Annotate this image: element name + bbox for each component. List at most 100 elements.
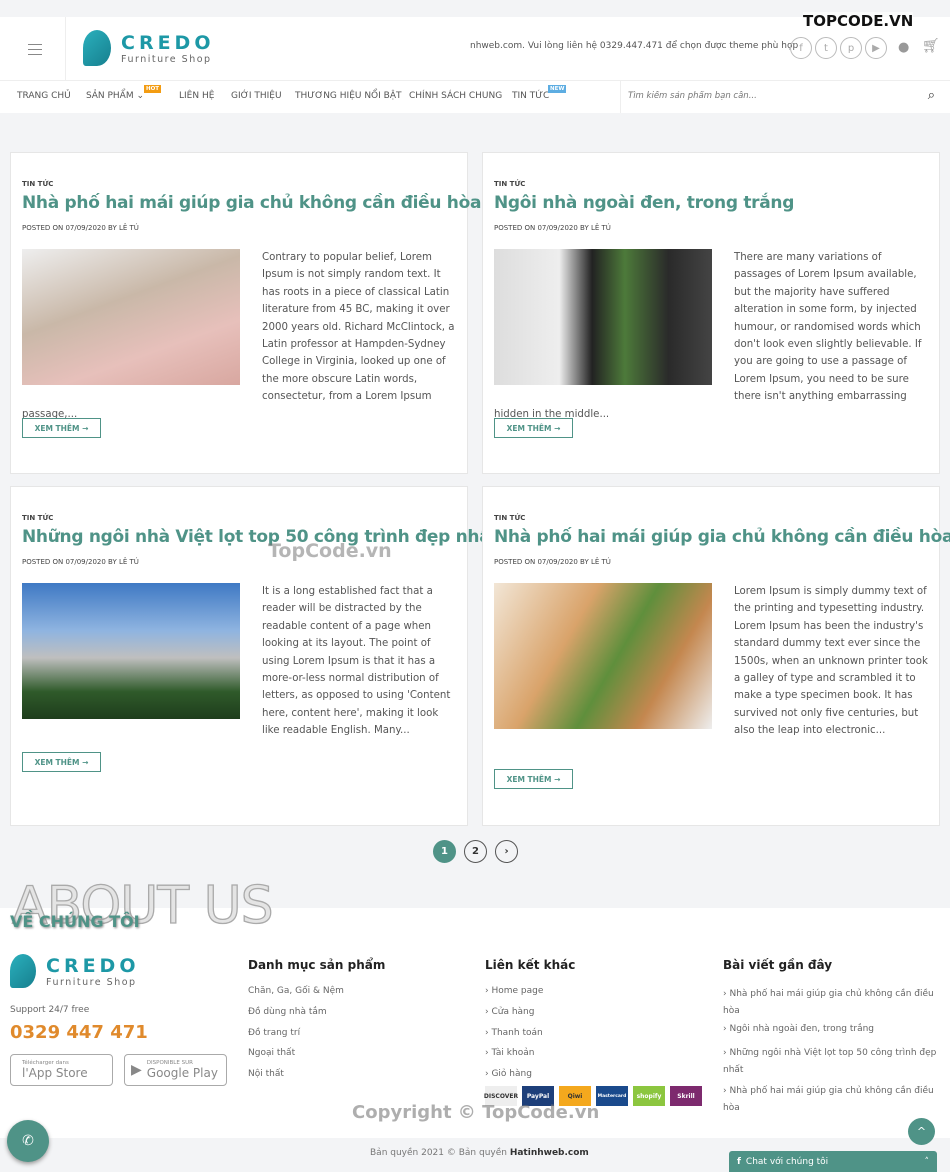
- logo[interactable]: CREDO Furniture Shop: [83, 30, 214, 66]
- nav-tin-tuc[interactable]: TIN TỨC: [512, 91, 549, 101]
- footer-link[interactable]: › Cửa hàng: [485, 1007, 534, 1017]
- cart-icon[interactable]: 🛒︎: [922, 38, 940, 54]
- read-more-button[interactable]: XEM THÊM →: [494, 769, 573, 789]
- logo-title: CREDO: [121, 31, 215, 54]
- footer-col-title: Danh mục sản phẩm: [248, 958, 386, 972]
- app-store-button[interactable]: Télécharger dans l'App Store: [10, 1054, 113, 1086]
- divider: [65, 17, 66, 81]
- recent-post-link[interactable]: › Nhà phố hai mái giúp gia chủ không cần…: [723, 986, 938, 1020]
- footer-logo: CREDO Furniture Shop: [10, 954, 139, 988]
- chat-label: Chat với chúng tôi: [745, 1156, 829, 1167]
- post-title[interactable]: Những ngôi nhà Việt lọt top 50 công trìn…: [22, 527, 499, 547]
- search-icon[interactable]: ⌕: [928, 88, 935, 103]
- post-meta: POSTED ON 07/09/2020 BY LÊ TÚ: [494, 224, 611, 232]
- excerpt-text: It is a long established fact that a rea…: [262, 586, 451, 737]
- facebook-icon: f: [737, 1156, 741, 1167]
- footer-col-title: Liên kết khác: [485, 958, 576, 972]
- excerpt-text: Lorem Ipsum is simply dummy text of the …: [734, 586, 928, 737]
- post-title[interactable]: Nhà phố hai mái giúp gia chủ không cần đ…: [494, 527, 950, 547]
- pinterest-icon[interactable]: p: [840, 37, 862, 59]
- user-icon[interactable]: ●: [898, 40, 909, 55]
- nav-chinh-sach[interactable]: CHÍNH SÁCH CHUNG: [409, 91, 502, 101]
- copyright-watermark: Copyright © TopCode.vn: [352, 1102, 600, 1123]
- store-label: Google Play: [146, 1066, 218, 1080]
- logo-title: CREDO: [46, 954, 140, 977]
- recent-post-link[interactable]: › Nhà phố hai mái giúp gia chủ không cần…: [723, 1083, 938, 1117]
- about-title: VỀ CHÚNG TÔI: [10, 912, 140, 931]
- store-label: l'App Store: [22, 1066, 88, 1080]
- page-2-button[interactable]: 2: [464, 840, 487, 863]
- post-category[interactable]: TIN TỨC: [22, 180, 53, 188]
- search-bar: ⌕: [620, 81, 950, 113]
- logo-mark-icon: [83, 30, 111, 66]
- copyright: Bản quyền 2021 © Bản quyền Hatinhweb.com: [370, 1148, 589, 1158]
- post-image[interactable]: [22, 583, 240, 719]
- read-more-button[interactable]: XEM THÊM →: [494, 418, 573, 438]
- post-title[interactable]: Nhà phố hai mái giúp gia chủ không cần đ…: [22, 193, 481, 213]
- footer-link[interactable]: Đồ trang trí: [248, 1028, 300, 1038]
- footer-link[interactable]: › Tài khoản: [485, 1048, 534, 1058]
- footer-link[interactable]: Chăn, Ga, Gối & Nệm: [248, 986, 344, 996]
- nav-lien-he[interactable]: LIÊN HỆ: [179, 91, 214, 101]
- read-more-button[interactable]: XEM THÊM →: [22, 752, 101, 772]
- chevron-down-icon: ⌄: [136, 91, 145, 101]
- skrill-icon: Skrill: [670, 1086, 702, 1106]
- logo-mark-icon: [10, 954, 36, 988]
- post-category[interactable]: TIN TỨC: [22, 514, 53, 522]
- footer-link[interactable]: Nội thất: [248, 1069, 284, 1079]
- back-to-top-icon[interactable]: ^: [908, 1118, 935, 1145]
- recent-post-link[interactable]: › Những ngôi nhà Việt lọt top 50 công tr…: [723, 1045, 938, 1079]
- post-category[interactable]: TIN TỨC: [494, 514, 525, 522]
- recent-post-link[interactable]: › Ngôi nhà ngoài đen, trong trắng: [723, 1024, 874, 1034]
- copyright-site-link[interactable]: Hatinhweb.com: [510, 1148, 589, 1158]
- post-meta: POSTED ON 07/09/2020 BY LÊ TÚ: [22, 558, 139, 566]
- next-page-icon[interactable]: ›: [495, 840, 518, 863]
- chevron-up-icon: ˄: [924, 1156, 930, 1167]
- hot-badge: HOT: [144, 85, 162, 93]
- nav-thuong-hieu[interactable]: THƯƠNG HIỆU NỔI BẬT: [295, 91, 402, 101]
- twitter-icon[interactable]: t: [815, 37, 837, 59]
- post-title[interactable]: Ngôi nhà ngoài đen, trong trắng: [494, 193, 794, 213]
- post-card: TIN TỨC Nhà phố hai mái giúp gia chủ khô…: [482, 486, 950, 826]
- copyright-text: Bản quyền 2021 © Bản quyền: [370, 1148, 510, 1158]
- support-text: Support 24/7 free: [10, 1005, 90, 1015]
- post-card: TIN TỨC Nhà phố hai mái giúp gia chủ khô…: [10, 152, 481, 474]
- mastercard-icon: Mastercard: [596, 1086, 628, 1106]
- play-icon: ▶: [131, 1062, 142, 1078]
- youtube-icon[interactable]: ▶: [865, 37, 887, 59]
- nav-label: SẢN PHẨM: [86, 91, 134, 101]
- search-input[interactable]: [628, 91, 908, 101]
- post-meta: POSTED ON 07/09/2020 BY LÊ TÚ: [494, 558, 611, 566]
- google-play-button[interactable]: ▶ DISPONIBLE SUR Google Play: [124, 1054, 227, 1086]
- marquee-text: nhweb.com. Vui lòng liên hệ 0329.447.471…: [470, 41, 799, 51]
- post-card: TIN TỨC Ngôi nhà ngoài đen, trong trắng …: [482, 152, 940, 474]
- post-image[interactable]: [22, 249, 240, 385]
- shopify-icon: shopify: [633, 1086, 665, 1106]
- logo-subtitle: Furniture Shop: [121, 53, 212, 65]
- menu-icon[interactable]: [28, 44, 42, 59]
- read-more-button[interactable]: XEM THÊM →: [22, 418, 101, 438]
- post-meta: POSTED ON 07/09/2020 BY LÊ TÚ: [22, 224, 139, 232]
- post-image[interactable]: [494, 583, 712, 729]
- footer-col-title: Bài viết gần đây: [723, 958, 833, 972]
- logo-subtitle: Furniture Shop: [46, 976, 137, 988]
- facebook-icon[interactable]: f: [790, 37, 812, 59]
- phone-number[interactable]: 0329 447 471: [10, 1022, 148, 1043]
- post-card: TIN TỨC Những ngôi nhà Việt lọt top 50 c…: [10, 486, 499, 826]
- watermark-logo: TOPCODE.VN: [803, 12, 914, 30]
- footer-link[interactable]: › Home page: [485, 986, 543, 996]
- footer-link[interactable]: › Giỏ hàng: [485, 1069, 532, 1079]
- watermark-text: TopCode.vn: [268, 540, 392, 562]
- post-category[interactable]: TIN TỨC: [494, 180, 525, 188]
- new-badge: NEW: [548, 85, 567, 93]
- page-1-button[interactable]: 1: [433, 840, 456, 863]
- footer-link[interactable]: Ngoại thất: [248, 1048, 295, 1058]
- post-image[interactable]: [494, 249, 712, 385]
- footer-link[interactable]: Đồ dùng nhà tắm: [248, 1007, 327, 1017]
- nav-san-pham[interactable]: SẢN PHẨM ⌄: [86, 91, 144, 101]
- footer-link[interactable]: › Thanh toán: [485, 1028, 543, 1038]
- nav-trang-chu[interactable]: TRANG CHỦ: [17, 91, 71, 101]
- contact-phone-icon[interactable]: ✆: [7, 1120, 49, 1162]
- chat-widget[interactable]: f Chat với chúng tôi ˄: [729, 1151, 937, 1172]
- nav-gioi-thieu[interactable]: GIỚI THIỆU: [231, 91, 282, 101]
